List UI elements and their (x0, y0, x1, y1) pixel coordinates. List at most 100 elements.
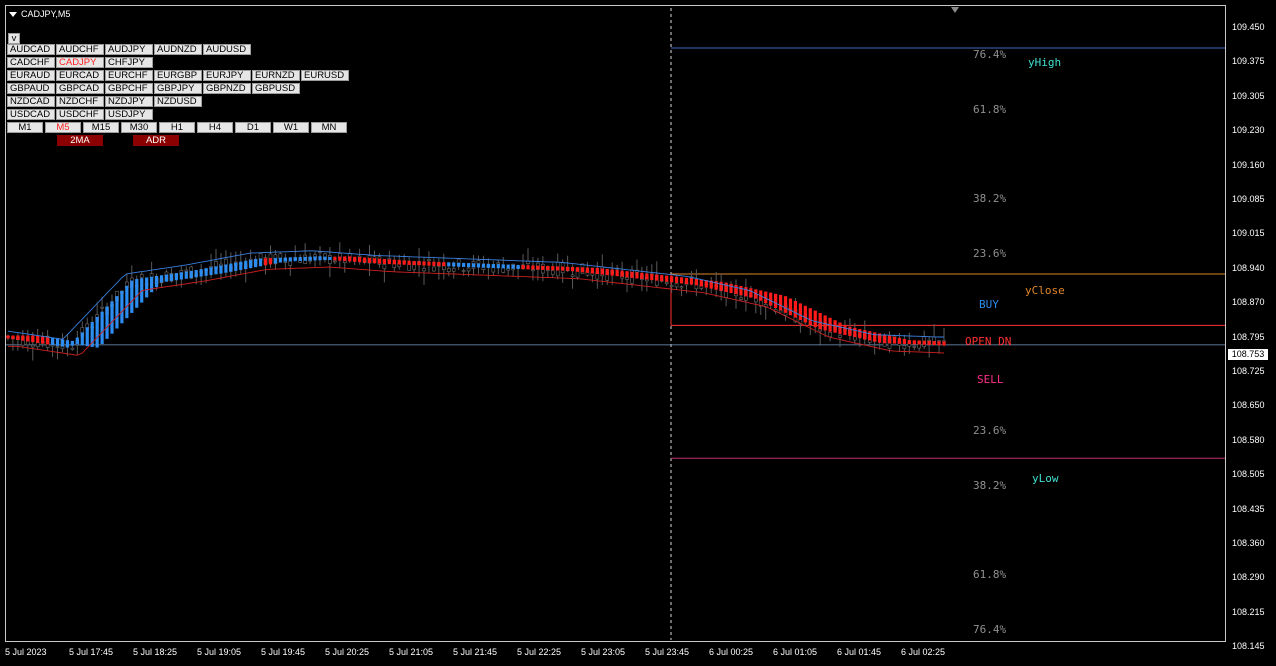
ma-ribbon-bar (234, 262, 238, 271)
symbol-button-audcad[interactable]: AUDCAD (7, 44, 55, 55)
candle-body (625, 277, 629, 280)
symbol-button-nzdjpy[interactable]: NZDJPY (105, 96, 153, 107)
ma-ribbon-bar (481, 263, 486, 268)
price-tick-label: 108.650 (1232, 400, 1265, 411)
candle-body (570, 274, 575, 277)
symbol-button-eurjpy[interactable]: EURJPY (203, 70, 251, 81)
ma-ribbon-bar (689, 278, 694, 285)
indicator-button-2ma[interactable]: 2MA (57, 135, 103, 146)
ma-ribbon-bar (150, 276, 154, 293)
ma-ribbon-bar (313, 256, 317, 261)
symbol-button-gbpusd[interactable]: GBPUSD (252, 83, 300, 94)
symbol-button-usdcad[interactable]: USDCAD (7, 109, 55, 120)
symbol-button-nzdusd[interactable]: NZDUSD (154, 96, 202, 107)
chart-title-text: CADJPY,M5 (21, 9, 71, 19)
ma-ribbon-bar (254, 258, 258, 268)
indicator-button-adr[interactable]: ADR (133, 135, 179, 146)
symbol-button-eurcad[interactable]: EURCAD (56, 70, 104, 81)
timeframe-button-w1[interactable]: W1 (273, 122, 309, 133)
ma-ribbon-bar (897, 337, 902, 344)
time-tick-label: 5 Jul 19:05 (197, 647, 242, 657)
ma-ribbon-bar (41, 336, 45, 344)
ma-ribbon-bar (843, 325, 847, 335)
ma-ribbon-bar (11, 335, 15, 340)
symbol-button-usdjpy[interactable]: USDJPY (105, 109, 153, 120)
candle-body (224, 258, 228, 266)
candle-body (422, 268, 426, 272)
symbol-list-toggle[interactable]: v (8, 33, 20, 44)
symbol-button-nzdcad[interactable]: NZDCAD (7, 96, 55, 107)
candle-body (382, 264, 387, 270)
ma-ribbon-bar (31, 335, 35, 343)
ma-ribbon-bar (749, 288, 753, 298)
ma-ribbon-bar (249, 259, 253, 269)
symbol-button-audchf[interactable]: AUDCHF (56, 44, 104, 55)
ma-ribbon-bar (466, 263, 471, 268)
price-tick-label: 109.015 (1232, 228, 1265, 239)
ma-ribbon-bar (476, 263, 481, 268)
symbol-button-eurusd[interactable]: EURUSD (301, 70, 349, 81)
symbol-button-chfjpy[interactable]: CHFJPY (105, 57, 153, 68)
candle-body (100, 306, 104, 309)
symbol-button-nzdchf[interactable]: NZDCHF (56, 96, 104, 107)
symbol-button-cadjpy[interactable]: CADJPY (56, 57, 104, 68)
candle-body (778, 310, 783, 313)
symbol-button-eurnzd[interactable]: EURNZD (252, 70, 300, 81)
time-tick-label: 6 Jul 01:05 (773, 647, 818, 657)
symbol-button-eurchf[interactable]: EURCHF (105, 70, 153, 81)
ma-ribbon-bar (541, 265, 545, 270)
ma-ribbon-bar (110, 301, 114, 334)
symbol-button-cadchf[interactable]: CADCHF (7, 57, 55, 68)
symbol-button-eurgbp[interactable]: EURGBP (154, 70, 202, 81)
symbol-button-gbpjpy[interactable]: GBPJPY (154, 83, 202, 94)
ma-ribbon-bar (412, 261, 416, 266)
ma-ribbon-bar (605, 268, 609, 276)
timeframe-button-m1[interactable]: M1 (7, 122, 43, 133)
candle-body (30, 344, 35, 348)
candle-body (427, 258, 431, 261)
ma-ribbon-bar (422, 261, 426, 266)
timeframe-button-d1[interactable]: D1 (235, 122, 271, 133)
ma-ribbon-bar (823, 315, 827, 331)
timeframe-button-m30[interactable]: M30 (121, 122, 157, 133)
ma-ribbon-bar (105, 306, 109, 339)
ma-ribbon-bar (620, 270, 624, 277)
symbol-button-gbpnzd[interactable]: GBPNZD (203, 83, 251, 94)
price-tick-label: 108.580 (1232, 434, 1265, 445)
chart-menu-triangle-icon[interactable] (9, 12, 17, 18)
ma-ribbon-bar (848, 326, 852, 337)
symbol-button-gbpaud[interactable]: GBPAUD (7, 83, 55, 94)
candle-body (531, 269, 535, 272)
ma-ribbon-bar (937, 341, 941, 346)
ma-ribbon-bar (392, 259, 396, 265)
timeframe-button-h4[interactable]: H4 (197, 122, 233, 133)
ma-ribbon-bar (204, 268, 208, 276)
ma-ribbon-bar (184, 271, 188, 279)
symbol-button-gbpchf[interactable]: GBPCHF (105, 83, 153, 94)
ma-ribbon-bar (486, 263, 490, 268)
timeframe-button-m5[interactable]: M5 (45, 122, 81, 133)
timeframe-button-mn[interactable]: MN (311, 122, 347, 133)
symbol-button-euraud[interactable]: EURAUD (7, 70, 55, 81)
timeframe-button-h1[interactable]: H1 (159, 122, 195, 133)
ma-ribbon-bar (115, 296, 119, 329)
timeframe-button-m15[interactable]: M15 (83, 122, 119, 133)
ma-ribbon-bar (858, 328, 862, 339)
candle-body (828, 331, 832, 338)
ma-ribbon-bar (338, 256, 342, 261)
time-tick-label: 5 Jul 22:25 (517, 647, 562, 657)
ma-ribbon-bar (491, 263, 495, 269)
ma-ribbon-bar (189, 270, 193, 279)
symbol-button-gbpcad[interactable]: GBPCAD (56, 83, 104, 94)
ma-ribbon-bar (684, 277, 689, 284)
ma-ribbon-bar (496, 264, 500, 269)
ma-ribbon-bar (912, 340, 916, 345)
symbol-button-audusd[interactable]: AUDUSD (203, 44, 251, 55)
yhigh-label: yHigh (1028, 56, 1062, 69)
symbol-button-audnzd[interactable]: AUDNZD (154, 44, 202, 55)
symbol-button-usdchf[interactable]: USDCHF (56, 109, 104, 120)
ma-ribbon-bar (298, 256, 302, 262)
ma-ribbon-bar (907, 340, 911, 345)
fast-ma-line (7, 250, 944, 340)
symbol-button-audjpy[interactable]: AUDJPY (105, 44, 153, 55)
